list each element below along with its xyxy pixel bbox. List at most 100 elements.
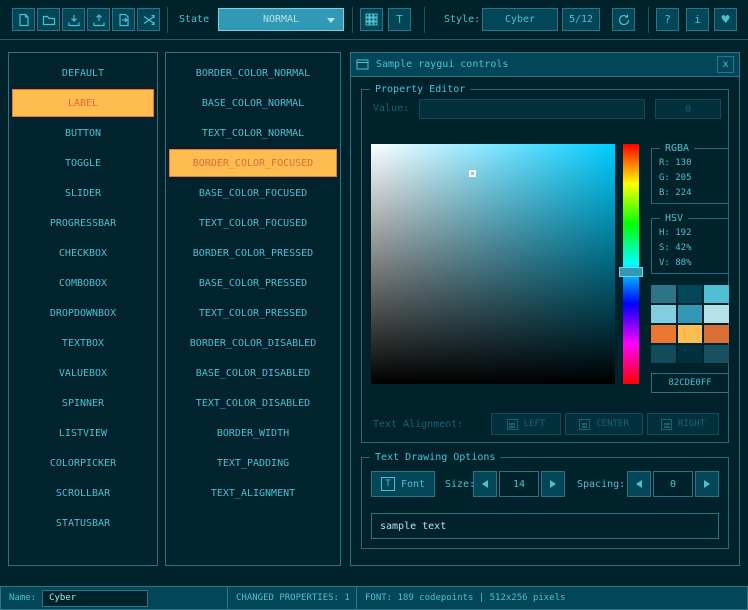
- palette-swatch[interactable]: [704, 305, 729, 323]
- text-alignment-label: Text Alignment:: [373, 419, 463, 430]
- import-style-button[interactable]: [87, 8, 110, 31]
- window-title-bar[interactable]: Sample raygui controls x: [351, 53, 739, 77]
- info-icon: i: [694, 13, 701, 26]
- control-list-item[interactable]: COLORPICKER: [12, 448, 154, 478]
- control-list-item[interactable]: DROPDOWNBOX: [12, 298, 154, 328]
- size-increment-button[interactable]: [541, 471, 565, 497]
- property-list-item[interactable]: TEXT_COLOR_PRESSED: [169, 298, 337, 328]
- close-button[interactable]: x: [717, 56, 734, 73]
- spacing-decrement-button[interactable]: [627, 471, 651, 497]
- palette-swatch[interactable]: [678, 285, 703, 303]
- value-label: Value:: [373, 103, 409, 114]
- property-list-item[interactable]: BORDER_COLOR_PRESSED: [169, 238, 337, 268]
- control-list-item[interactable]: TEXTBOX: [12, 328, 154, 358]
- property-list-item-selected[interactable]: BORDER_COLOR_FOCUSED: [169, 149, 337, 177]
- palette-swatch[interactable]: [678, 325, 703, 343]
- property-list-item[interactable]: BASE_COLOR_FOCUSED: [169, 178, 337, 208]
- statusbar-font-section: FONT: 189 codepoints | 512x256 pixels: [356, 586, 748, 610]
- style-color-palette: [651, 285, 729, 363]
- property-list-item[interactable]: BASE_COLOR_NORMAL: [169, 88, 337, 118]
- style-table-button[interactable]: [360, 8, 383, 31]
- align-right-button[interactable]: RIGHT: [647, 413, 719, 435]
- align-left-button[interactable]: LEFT: [491, 413, 561, 435]
- spacing-value-box[interactable]: 0: [653, 471, 693, 497]
- spacing-label: Spacing:: [577, 479, 625, 490]
- font-atlas-button[interactable]: T: [388, 8, 411, 31]
- control-list-item[interactable]: SPINNER: [12, 388, 154, 418]
- question-icon: ?: [664, 13, 671, 26]
- size-value-box[interactable]: 14: [499, 471, 539, 497]
- size-decrement-button[interactable]: [473, 471, 497, 497]
- style-combo[interactable]: Cyber: [482, 8, 558, 31]
- changed-properties-text: CHANGED PROPERTIES: 1: [236, 593, 350, 603]
- control-list-item[interactable]: SLIDER: [12, 178, 154, 208]
- about-button[interactable]: i: [686, 8, 709, 31]
- property-list-item[interactable]: TEXT_PADDING: [169, 448, 337, 478]
- control-list-item[interactable]: LISTVIEW: [12, 418, 154, 448]
- control-list-item[interactable]: CHECKBOX: [12, 238, 154, 268]
- style-name-input[interactable]: Cyber: [42, 590, 148, 607]
- palette-swatch[interactable]: [704, 345, 729, 363]
- control-list-item[interactable]: TOGGLE: [12, 148, 154, 178]
- hsv-group: HSV H: 192 S: 42% V: 88%: [651, 218, 729, 274]
- palette-swatch[interactable]: [651, 285, 676, 303]
- sponsor-button[interactable]: ♥: [714, 8, 737, 31]
- property-list-item[interactable]: BASE_COLOR_DISABLED: [169, 358, 337, 388]
- control-list-item[interactable]: STATUSBAR: [12, 508, 154, 538]
- window-title: Sample raygui controls: [376, 59, 710, 70]
- property-list-item[interactable]: TEXT_COLOR_NORMAL: [169, 118, 337, 148]
- new-file-icon: [17, 13, 31, 27]
- export-style-button[interactable]: [112, 8, 135, 31]
- style-label: Style:: [444, 14, 480, 25]
- hue-slider-handle[interactable]: [619, 267, 643, 277]
- new-style-button[interactable]: [12, 8, 35, 31]
- align-center-button[interactable]: CENTER: [565, 413, 643, 435]
- control-list-item[interactable]: PROGRESSBAR: [12, 208, 154, 238]
- property-list-item[interactable]: BASE_COLOR_PRESSED: [169, 268, 337, 298]
- random-style-button[interactable]: [137, 8, 160, 31]
- rgba-group-label: RGBA: [660, 141, 694, 156]
- load-style-button[interactable]: [37, 8, 60, 31]
- control-list-item[interactable]: SCROLLBAR: [12, 478, 154, 508]
- control-list-item[interactable]: VALUEBOX: [12, 358, 154, 388]
- arrow-right-icon: [704, 480, 710, 488]
- control-list-item-selected[interactable]: LABEL: [12, 89, 154, 117]
- hex-color-input[interactable]: 82CDE0FF: [651, 373, 729, 393]
- value-button[interactable]: 0: [655, 99, 721, 119]
- palette-swatch[interactable]: [678, 345, 703, 363]
- property-list-item[interactable]: BORDER_COLOR_NORMAL: [169, 58, 337, 88]
- reload-style-button[interactable]: [612, 8, 635, 31]
- palette-swatch[interactable]: [704, 325, 729, 343]
- property-list-item[interactable]: TEXT_COLOR_DISABLED: [169, 388, 337, 418]
- state-dropdown[interactable]: NORMAL: [218, 8, 344, 31]
- font-button[interactable]: T Font: [371, 471, 435, 497]
- save-style-button[interactable]: [62, 8, 85, 31]
- palette-swatch[interactable]: [651, 325, 676, 343]
- palette-swatch[interactable]: [704, 285, 729, 303]
- toolbar: State NORMAL T Style: Cyber 5/12: [0, 0, 748, 40]
- value-input[interactable]: [419, 99, 645, 119]
- spacing-increment-button[interactable]: [695, 471, 719, 497]
- font-button-label: Font: [401, 479, 425, 490]
- align-left-label: LEFT: [524, 419, 546, 429]
- style-count-button[interactable]: 5/12: [562, 8, 600, 31]
- control-list-item[interactable]: BUTTON: [12, 118, 154, 148]
- letter-t-icon: T: [396, 13, 403, 26]
- property-list-item[interactable]: BORDER_COLOR_DISABLED: [169, 328, 337, 358]
- grid-icon: [365, 13, 378, 26]
- property-list-item[interactable]: TEXT_ALIGNMENT: [169, 478, 337, 508]
- palette-swatch[interactable]: [651, 305, 676, 323]
- hue-slider[interactable]: [623, 144, 639, 384]
- help-button[interactable]: ?: [656, 8, 679, 31]
- control-list-item[interactable]: DEFAULT: [12, 58, 154, 88]
- import-icon: [92, 13, 106, 27]
- palette-swatch[interactable]: [651, 345, 676, 363]
- palette-swatch[interactable]: [678, 305, 703, 323]
- property-list-item[interactable]: BORDER_WIDTH: [169, 418, 337, 448]
- color-picker-cursor[interactable]: [469, 170, 476, 177]
- save-icon: [67, 13, 81, 27]
- control-list-item[interactable]: COMBOBOX: [12, 268, 154, 298]
- property-list-item[interactable]: TEXT_COLOR_FOCUSED: [169, 208, 337, 238]
- sample-text-input[interactable]: sample text: [371, 513, 719, 539]
- color-picker-area[interactable]: [371, 144, 615, 384]
